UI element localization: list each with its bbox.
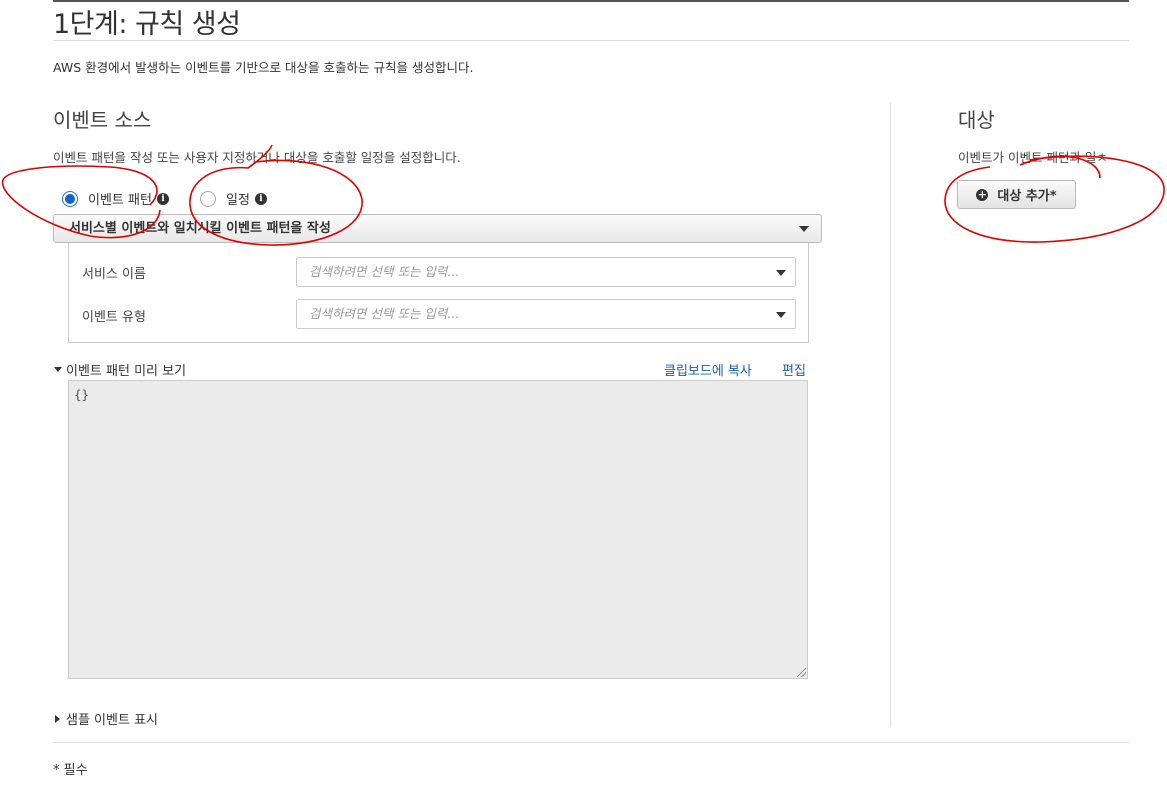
radio-event-pattern[interactable]: 이벤트 패턴 i [62,189,169,208]
radio-selected-indicator[interactable] [62,190,78,207]
edit-link[interactable]: 편집 [782,360,806,379]
radio-schedule-label: 일정 [226,193,250,208]
page-description: AWS 환경에서 발생하는 이벤트를 기반으로 대상을 호출하는 규칙을 생성합… [53,60,474,75]
event-source-description: 이벤트 패턴을 작성 또는 사용자 지정하거나 대상을 호출할 일정을 설정합니… [53,150,461,165]
caret-down-icon [54,367,62,372]
event-pattern-type-value: 서비스별 이벤트와 일치시킬 이벤트 패턴을 작성 [69,221,331,236]
targets-description: 이벤트가 이벤트 패턴과 일ㅊ [958,150,1108,165]
event-pattern-type-select[interactable]: 서비스별 이벤트와 일치시킬 이벤트 패턴을 작성 [53,214,822,243]
event-pattern-preview-toggle[interactable]: 이벤트 패턴 미리 보기 [54,360,186,379]
event-type-input[interactable]: 검색하려면 선택 또는 입력... [296,299,796,329]
title-divider [53,40,1129,41]
event-source-heading: 이벤트 소스 [53,108,152,132]
sample-toggle-label: 샘플 이벤트 표시 [66,713,158,728]
page-title: 1단계: 규칙 생성 [53,9,241,40]
caret-right-icon [55,714,60,723]
targets-heading: 대상 [958,108,995,132]
radio-unselected-indicator[interactable] [200,190,216,207]
chevron-down-icon [799,226,809,232]
add-target-button[interactable]: + 대상 추가* [957,180,1076,209]
copy-to-clipboard-link[interactable]: 클립보드에 복사 [664,360,752,379]
preview-content: {} [74,387,90,402]
info-icon[interactable]: i [254,192,267,205]
chevron-down-icon[interactable] [776,270,786,276]
show-sample-events-toggle[interactable]: 샘플 이벤트 표시 [55,709,158,728]
service-name-placeholder: 검색하려면 선택 또는 입력... [309,264,460,279]
resize-handle-icon[interactable] [797,668,806,677]
service-name-label: 서비스 이름 [82,267,146,282]
plus-circle-icon: + [976,187,989,201]
service-name-input[interactable]: 검색하려면 선택 또는 입력... [296,257,796,287]
radio-schedule[interactable]: 일정 i [200,189,267,208]
required-note: * 필수 [53,763,88,778]
info-icon[interactable]: i [156,192,169,205]
preview-toggle-label: 이벤트 패턴 미리 보기 [66,364,187,379]
event-pattern-preview[interactable]: {} [68,380,808,679]
add-target-label: 대상 추가* [997,189,1057,204]
section-divider [890,103,891,727]
radio-event-pattern-label: 이벤트 패턴 [88,193,152,208]
event-type-placeholder: 검색하려면 선택 또는 입력... [309,306,460,321]
footer-divider [53,742,1129,743]
event-type-label: 이벤트 유형 [82,310,146,325]
chevron-down-icon[interactable] [776,312,786,318]
